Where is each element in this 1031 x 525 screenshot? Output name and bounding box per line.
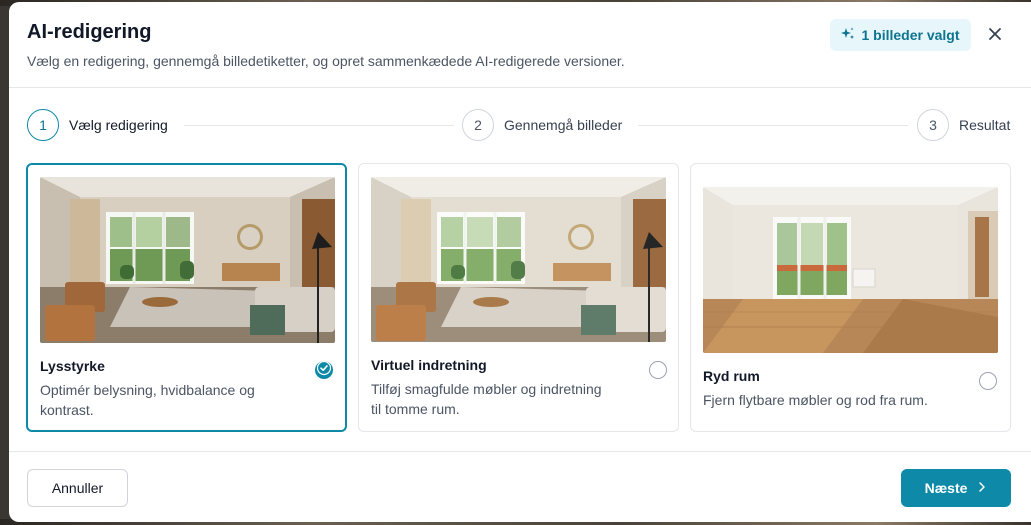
step-connector xyxy=(184,125,454,126)
step-result: 3 Resultat xyxy=(917,109,1010,141)
option-card-brightness[interactable]: Lysstyrke Optimér belysning, hvidbalance… xyxy=(26,163,347,432)
option-radio[interactable] xyxy=(979,372,997,390)
step-label: Resultat xyxy=(959,117,1011,133)
step-choose-edit: 1 Vælg redigering xyxy=(27,109,168,141)
option-description: Optimér belysning, hvidbalance og kontra… xyxy=(40,382,255,418)
dialog-header: AI-redigering Vælg en redigering, gennem… xyxy=(9,2,1031,88)
option-radio[interactable] xyxy=(649,361,667,379)
dialog-title: AI-redigering xyxy=(27,21,152,43)
step-label: Vælg redigering xyxy=(69,117,168,133)
dialog-subtitle: Vælg en redigering, gennemgå billedetike… xyxy=(27,53,625,69)
progress-stepper: 1 Vælg redigering 2 Gennemgå billeder 3 … xyxy=(9,88,1031,158)
option-title: Ryd rum xyxy=(703,368,760,384)
sparkles-icon xyxy=(841,27,855,44)
step-connector xyxy=(638,125,908,126)
step-number: 3 xyxy=(917,109,949,141)
selected-count-label: 1 billeder valgt xyxy=(861,27,960,43)
option-card-virtual-staging[interactable]: Virtuel indretning Tilføj smagfulde møbl… xyxy=(358,163,679,432)
option-description: Tilføj smagfulde møbler og indretning ti… xyxy=(371,381,602,417)
selected-count-badge: 1 billeder valgt xyxy=(830,19,971,51)
furnished-living-room-photo xyxy=(40,177,335,343)
option-description: Fjern flytbare møbler og rod fra rum. xyxy=(703,392,928,408)
option-card-declutter[interactable]: Ryd rum Fjern flytbare møbler og rod fra… xyxy=(690,163,1011,432)
ai-editing-dialog: AI-redigering Vælg en redigering, gennem… xyxy=(9,2,1031,522)
next-button[interactable]: Næste xyxy=(901,469,1011,507)
option-title: Virtuel indretning xyxy=(371,357,487,373)
cancel-button[interactable]: Annuller xyxy=(27,469,128,507)
check-icon xyxy=(315,359,333,382)
close-icon xyxy=(988,27,1002,46)
step-review-images: 2 Gennemgå billeder xyxy=(462,109,622,141)
step-number: 2 xyxy=(462,109,494,141)
next-button-label: Næste xyxy=(924,480,968,496)
empty-room-photo xyxy=(703,187,998,353)
step-label: Gennemgå billeder xyxy=(504,117,623,133)
option-title: Lysstyrke xyxy=(40,358,105,374)
dialog-footer: Annuller Næste xyxy=(9,451,1031,522)
chevron-right-icon xyxy=(977,480,987,496)
close-button[interactable] xyxy=(981,22,1009,50)
edit-options: Lysstyrke Optimér belysning, hvidbalance… xyxy=(26,163,1011,432)
furnished-living-room-photo xyxy=(371,177,666,342)
option-radio-selected[interactable] xyxy=(315,359,333,382)
step-number: 1 xyxy=(27,109,59,141)
